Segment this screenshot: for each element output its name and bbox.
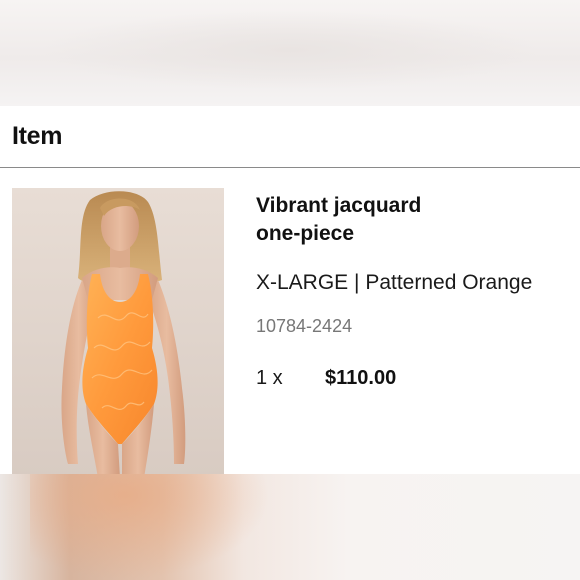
section-title: Item <box>12 122 63 150</box>
quantity: 1 x <box>256 367 283 389</box>
product-image[interactable] <box>12 188 224 478</box>
price: $110.00 <box>325 367 397 389</box>
blurred-background-top <box>0 0 580 106</box>
variant-size-color: X-LARGE | Patterned Orange <box>256 271 533 294</box>
swimsuit-model-illustration <box>12 188 224 478</box>
quantity-price-row: 1 x $110.00 <box>256 367 576 395</box>
item-details: Vibrant jacquard one-piece X-LARGE | Pat… <box>256 192 576 395</box>
section-header: Item <box>0 106 580 168</box>
sku-number: 10784-2424 <box>256 316 353 336</box>
product-name-line2: one-piece <box>256 222 355 245</box>
product-name[interactable]: Vibrant jacquard one-piece <box>256 192 576 248</box>
order-item-view: Item Vibrant jacquard one-piece X-LARGE … <box>0 0 580 580</box>
blurred-background-bottom <box>0 474 580 580</box>
product-name-line1: Vibrant jacquard <box>256 194 422 217</box>
